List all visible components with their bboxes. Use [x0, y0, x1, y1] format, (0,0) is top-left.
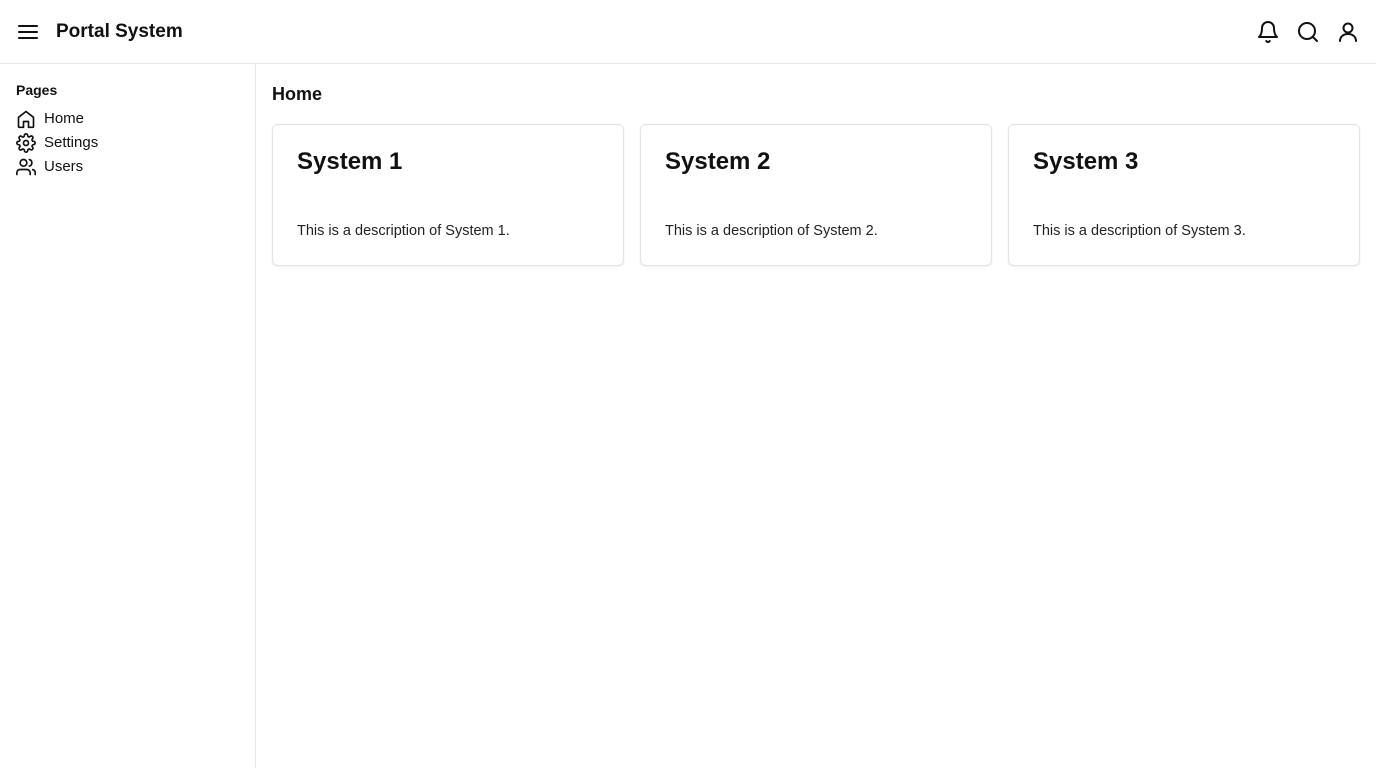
card-title: System 2 [665, 148, 771, 175]
card-description: This is a description of System 2. [665, 223, 878, 239]
sidebar-heading: Pages [16, 82, 58, 98]
card-description: This is a description of System 3. [1033, 223, 1246, 239]
system-card[interactable]: System 1 This is a description of System… [272, 124, 624, 266]
user-icon[interactable] [1336, 20, 1360, 44]
main-content: Home System 1 This is a description of S… [256, 64, 1376, 768]
card-grid: System 1 This is a description of System… [272, 124, 1360, 266]
card-title: System 3 [1033, 148, 1139, 175]
home-icon [16, 109, 36, 129]
system-card[interactable]: System 2 This is a description of System… [640, 124, 992, 266]
sidebar-item-label: Home [44, 110, 85, 127]
search-icon[interactable] [1296, 20, 1320, 44]
page-title: Home [272, 84, 323, 104]
app-root: Portal System Pages Home Settings Users … [0, 0, 1376, 768]
menu-icon[interactable] [16, 20, 40, 44]
bell-icon[interactable] [1256, 20, 1280, 44]
sidebar-item-users[interactable]: Users [16, 155, 239, 179]
card-description: This is a description of System 1. [297, 223, 510, 239]
header-actions [1256, 20, 1360, 44]
sidebar-item-home[interactable]: Home [16, 107, 239, 131]
system-card[interactable]: System 3 This is a description of System… [1008, 124, 1360, 266]
gear-icon [16, 133, 36, 153]
sidebar-item-label: Settings [44, 134, 99, 151]
top-header: Portal System [0, 0, 1376, 64]
sidebar: Pages Home Settings Users [0, 64, 256, 768]
sidebar-item-settings[interactable]: Settings [16, 131, 239, 155]
users-icon [16, 157, 36, 177]
sidebar-item-label: Users [44, 158, 84, 175]
app-title: Portal System [56, 21, 183, 42]
card-title: System 1 [297, 148, 403, 175]
